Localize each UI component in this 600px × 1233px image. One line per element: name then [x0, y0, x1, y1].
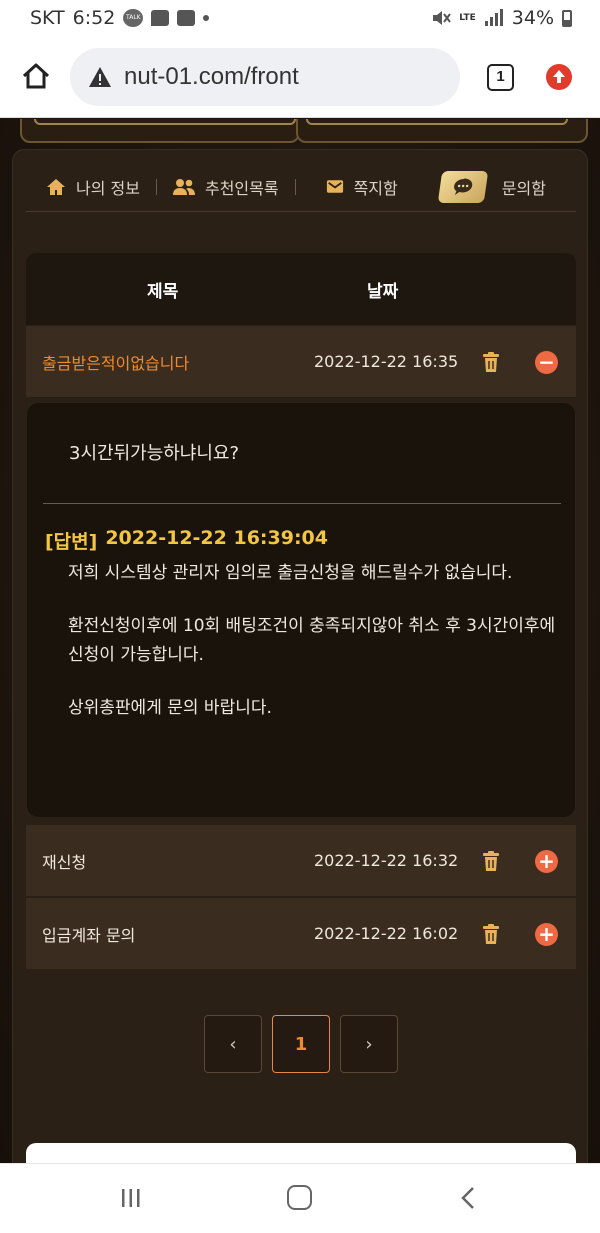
prev-page-button[interactable]: ‹: [204, 1015, 262, 1073]
more-notifications-icon: [203, 15, 210, 21]
battery-icon: [562, 9, 572, 27]
network-label: LTE: [459, 13, 476, 23]
inquiry-date: 2022-12-22 16:35: [314, 352, 459, 371]
divider: [43, 503, 561, 504]
answer-paragraph: 저희 시스템상 관리자 임의로 출금신청을 해드릴수가 없습니다.: [68, 563, 513, 583]
recent-apps-icon[interactable]: [120, 1188, 142, 1208]
back-icon[interactable]: [459, 1186, 477, 1210]
answer-date: 2022-12-22 16:39:04: [105, 527, 328, 549]
users-icon: [172, 178, 195, 195]
mute-icon: [433, 11, 452, 25]
battery-label: 34%: [511, 7, 554, 29]
answer-body: 저희 시스템상 관리자 임의로 출금신청을 해드릴수가 없습니다. 환전신청이후…: [68, 559, 558, 747]
tab-referrals[interactable]: 추천인목록: [167, 167, 285, 207]
tab-inquiries[interactable]: 문의함: [434, 167, 552, 207]
answer-paragraph: 상위총판에게 문의 바랍니다.: [68, 698, 272, 718]
answer-tag: [답변]: [45, 531, 98, 553]
bottom-card: [26, 1143, 576, 1163]
inquiry-title[interactable]: 입금계좌 문의: [42, 922, 135, 946]
answer-header: [답변] 2022-12-22 16:39:04: [45, 527, 328, 554]
top-button-right[interactable]: [306, 119, 568, 125]
expand-icon[interactable]: +: [535, 850, 558, 873]
tab-label: 문의함: [501, 178, 546, 198]
android-nav-bar: [0, 1163, 600, 1233]
page-content: 나의 정보 추천인목록 쪽지함 문의함 제목 날짜 출금받은적이없습니다 202…: [0, 119, 600, 1163]
mypage-tabs: 나의 정보 추천인목록 쪽지함 문의함: [26, 162, 576, 212]
expand-icon[interactable]: +: [535, 923, 558, 946]
tab-label: 쪽지함: [353, 178, 398, 198]
home-icon: [47, 178, 65, 195]
next-page-button[interactable]: ›: [340, 1015, 398, 1073]
envelope-icon: [326, 180, 343, 193]
trash-icon[interactable]: [482, 352, 500, 372]
top-button-left[interactable]: [34, 119, 296, 125]
collapse-icon[interactable]: −: [535, 351, 558, 374]
table-row[interactable]: 출금받은적이없습니다 2022-12-22 16:35 −: [26, 326, 576, 398]
answer-paragraph: 환전신청이후에 10회 배팅조건이 충족되지않아 취소 후 3시간이후에 신청이…: [68, 616, 556, 665]
gallery-icon: [177, 10, 196, 26]
tab-switcher-button[interactable]: 1: [487, 64, 514, 91]
tab-divider: [294, 178, 296, 195]
update-icon[interactable]: [546, 64, 572, 90]
inquiry-title[interactable]: 재신청: [42, 849, 86, 873]
clock: 6:52: [72, 7, 116, 29]
home-nav-icon[interactable]: [287, 1185, 312, 1210]
message-icon: [151, 10, 170, 26]
trash-icon[interactable]: [482, 924, 500, 944]
question-text: 3시간뒤가능하냐니요?: [69, 443, 240, 464]
inquiry-detail: 3시간뒤가능하냐니요? [답변] 2022-12-22 16:39:04 저희 …: [26, 402, 576, 818]
pagination: ‹ 1 ›: [204, 1015, 398, 1073]
carrier-label: SKT: [30, 7, 65, 29]
signal-icon: [484, 9, 503, 26]
top-menu-remnant: [0, 119, 600, 145]
address-bar[interactable]: nut-01.com/front: [70, 48, 460, 106]
page-number-button[interactable]: 1: [272, 1015, 330, 1073]
column-title-header: 제목: [147, 281, 179, 302]
tab-label: 추천인목록: [204, 178, 279, 198]
inquiry-title[interactable]: 출금받은적이없습니다: [42, 350, 189, 374]
chat-icon: [437, 170, 488, 203]
status-bar: SKT 6:52 TALK LTE 34%: [0, 0, 600, 38]
warning-icon[interactable]: [88, 66, 112, 88]
tab-label: 나의 정보: [76, 178, 140, 198]
trash-icon[interactable]: [482, 851, 500, 871]
tab-messages[interactable]: 쪽지함: [320, 167, 404, 207]
tab-divider: [155, 178, 157, 195]
url-text[interactable]: nut-01.com/front: [124, 63, 299, 91]
tab-my-info[interactable]: 나의 정보: [40, 167, 146, 207]
inquiry-date: 2022-12-22 16:02: [314, 924, 459, 943]
column-date-header: 날짜: [367, 281, 399, 302]
browser-toolbar: nut-01.com/front 1: [0, 38, 600, 118]
table-header: 제목 날짜: [26, 253, 576, 325]
kakaotalk-icon: TALK: [123, 9, 144, 27]
table-row[interactable]: 재신청 2022-12-22 16:32 +: [26, 825, 576, 897]
table-row[interactable]: 입금계좌 문의 2022-12-22 16:02 +: [26, 898, 576, 970]
home-icon[interactable]: [20, 60, 52, 92]
inquiry-date: 2022-12-22 16:32: [314, 851, 459, 870]
